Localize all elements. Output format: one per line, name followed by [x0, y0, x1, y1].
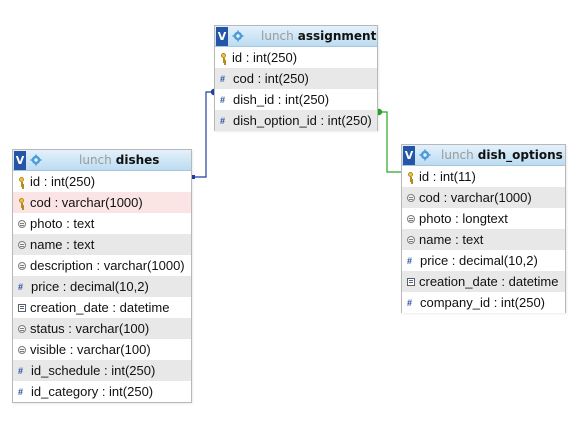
schema-name: lunch [441, 148, 474, 162]
table-row[interactable]: creation_date : datetime [13, 297, 191, 318]
text-field-icon [18, 240, 26, 250]
table-row[interactable]: visible : varchar(100) [13, 339, 191, 360]
schema-name: lunch [261, 29, 294, 43]
column-definition: creation_date : datetime [30, 300, 170, 315]
table-row[interactable]: id : int(11) [402, 166, 565, 187]
table-name: dishes [115, 153, 160, 167]
table-row[interactable]: description : varchar(1000) [13, 255, 191, 276]
column-definition: id_category : int(250) [31, 384, 154, 399]
table-row[interactable]: cod : varchar(1000) [13, 192, 191, 213]
table-visibility-badge[interactable]: V [403, 145, 415, 165]
table-visibility-badge[interactable]: V [14, 150, 26, 170]
table-row[interactable]: dish_id : int(250) [215, 89, 377, 110]
column-definition: price : decimal(10,2) [420, 253, 538, 268]
table-row[interactable]: cod : varchar(1000) [402, 187, 565, 208]
column-definition: cod : varchar(1000) [30, 195, 143, 210]
datetime-field-icon [407, 277, 415, 287]
column-definition: company_id : int(250) [420, 295, 546, 310]
dish-options-assignment-link [379, 111, 401, 173]
table-row[interactable]: dish_option_id : int(250) [215, 110, 377, 131]
table-dishes[interactable]: V lunch dishes id : int(250) cod : varch… [12, 149, 192, 403]
table-columns: id : int(250) cod : varchar(1000) photo … [13, 171, 191, 402]
table-row[interactable]: id : int(250) [13, 171, 191, 192]
column-definition: photo : longtext [419, 211, 508, 226]
text-field-icon [18, 345, 26, 355]
table-row[interactable]: photo : text [13, 213, 191, 234]
text-field-icon [407, 235, 415, 245]
number-field-icon [220, 116, 229, 126]
column-definition: description : varchar(1000) [30, 258, 185, 273]
table-row[interactable]: name : text [13, 234, 191, 255]
column-definition: cod : int(250) [233, 71, 309, 86]
number-field-icon [407, 256, 416, 266]
primary-key-icon [407, 171, 415, 182]
column-definition: price : decimal(10,2) [31, 279, 149, 294]
table-header-assignments[interactable]: V lunch assignments [215, 26, 377, 47]
table-columns: id : int(250) cod : int(250) dish_id : i… [215, 47, 377, 131]
table-row[interactable]: creation_date : datetime [402, 271, 565, 292]
number-field-icon [220, 95, 229, 105]
text-field-icon [18, 324, 26, 334]
column-definition: id : int(250) [30, 174, 96, 189]
key-icon [18, 197, 26, 208]
table-name: assignments [297, 29, 377, 43]
schema-name: lunch [79, 153, 112, 167]
dishes-assignment-link [193, 91, 214, 178]
table-row[interactable]: id_schedule : int(250) [13, 360, 191, 381]
number-field-icon [18, 282, 27, 292]
table-row[interactable]: id_category : int(250) [13, 381, 191, 402]
table-title: lunch dish_options [441, 148, 563, 162]
column-definition: name : text [419, 232, 484, 247]
number-field-icon [18, 366, 27, 376]
column-definition: dish_option_id : int(250) [233, 113, 372, 128]
column-definition: dish_id : int(250) [233, 92, 330, 107]
table-title: lunch dishes [79, 153, 159, 167]
number-field-icon [407, 298, 416, 308]
column-definition: photo : text [30, 216, 95, 231]
column-definition: name : text [30, 237, 95, 252]
table-dish-options[interactable]: V lunch dish_options id : int(11) cod : … [401, 144, 566, 313]
table-assignments[interactable]: V lunch assignments id : int(250) cod : … [214, 25, 378, 131]
primary-key-icon [18, 176, 26, 187]
table-row[interactable]: price : decimal(10,2) [402, 250, 565, 271]
table-row[interactable]: name : text [402, 229, 565, 250]
table-visibility-badge[interactable]: V [216, 26, 228, 46]
column-definition: creation_date : datetime [419, 274, 559, 289]
table-name: dish_options [477, 148, 563, 162]
column-definition: id : int(11) [419, 169, 476, 184]
number-field-icon [18, 387, 27, 397]
table-header-dishes[interactable]: V lunch dishes [13, 150, 191, 171]
table-row[interactable]: company_id : int(250) [402, 292, 565, 313]
gear-icon[interactable] [419, 149, 431, 161]
column-definition: status : varchar(100) [30, 321, 150, 336]
table-row[interactable]: status : varchar(100) [13, 318, 191, 339]
table-title: lunch assignments [261, 29, 377, 43]
table-row[interactable]: id : int(250) [215, 47, 377, 68]
text-field-icon [407, 193, 415, 203]
column-definition: visible : varchar(100) [30, 342, 151, 357]
text-field-icon [18, 219, 26, 229]
table-row[interactable]: photo : longtext [402, 208, 565, 229]
number-field-icon [220, 74, 229, 84]
table-row[interactable]: price : decimal(10,2) [13, 276, 191, 297]
datetime-field-icon [18, 303, 26, 313]
text-field-icon [18, 261, 26, 271]
primary-key-icon [220, 52, 228, 63]
column-definition: id : int(250) [232, 50, 298, 65]
gear-icon[interactable] [232, 30, 244, 42]
gear-icon[interactable] [30, 154, 42, 166]
column-definition: cod : varchar(1000) [419, 190, 532, 205]
text-field-icon [407, 214, 415, 224]
table-row[interactable]: cod : int(250) [215, 68, 377, 89]
table-header-dish-options[interactable]: V lunch dish_options [402, 145, 565, 166]
column-definition: id_schedule : int(250) [31, 363, 156, 378]
table-columns: id : int(11) cod : varchar(1000) photo :… [402, 166, 565, 313]
